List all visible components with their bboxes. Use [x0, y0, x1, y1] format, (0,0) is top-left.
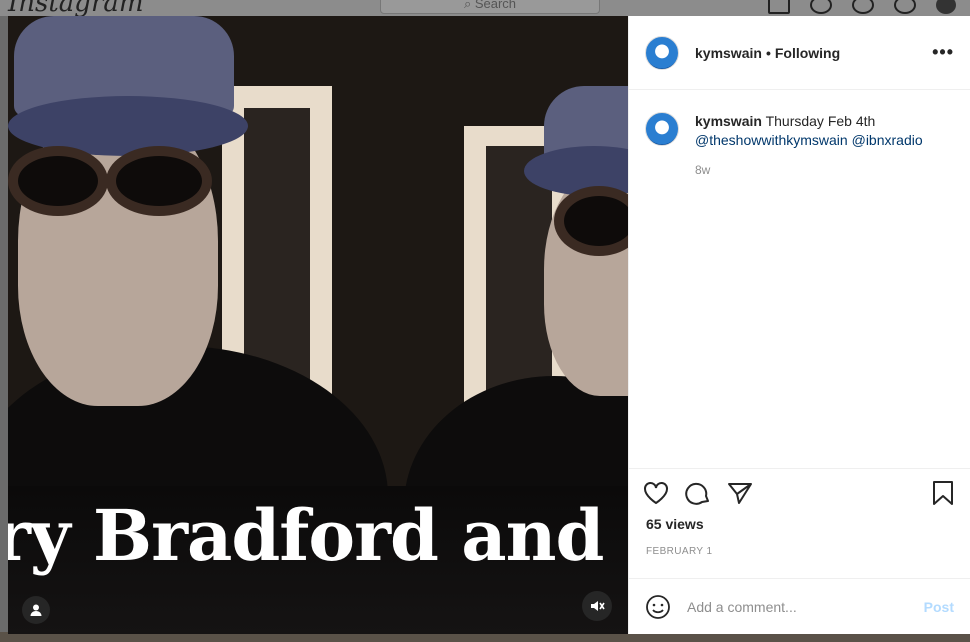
smiley-icon [646, 594, 670, 619]
mute-button[interactable] [582, 591, 612, 621]
post-modal: ry Bradford and M kymswain • Following •… [8, 16, 970, 634]
save-button[interactable] [930, 480, 956, 506]
sunglasses-right-lens [106, 146, 212, 216]
messenger-icon[interactable] [810, 0, 832, 14]
header-separator: • [765, 44, 771, 61]
nav-icons [768, 0, 956, 14]
explore-icon[interactable] [852, 0, 874, 14]
post-comment-button[interactable]: Post [924, 599, 954, 615]
author-avatar[interactable] [645, 35, 679, 70]
caption-body: kymswain Thursday Feb 4th @theshowwithky… [695, 112, 923, 180]
like-button[interactable] [643, 480, 669, 506]
home-icon[interactable] [768, 0, 790, 14]
caption-text: Thursday Feb 4th [765, 113, 876, 129]
view-count[interactable]: 65 views [629, 516, 970, 540]
caption-timestamp[interactable]: 8w [695, 161, 923, 180]
user-icon [30, 604, 42, 616]
emoji-button[interactable] [645, 594, 671, 620]
comment-input[interactable] [687, 598, 924, 615]
mention-link[interactable]: @ibnxradio [852, 132, 923, 148]
send-icon [728, 482, 752, 504]
post-details-panel: kymswain • Following ••• kymswain Thursd… [628, 16, 970, 634]
speaker-muted-icon [591, 601, 605, 611]
following-button[interactable]: Following [775, 45, 840, 61]
video-overlay-text: ry Bradford and M [8, 494, 628, 577]
user-tags-button[interactable] [22, 596, 50, 624]
profile-avatar[interactable] [936, 0, 956, 14]
caption-row: kymswain Thursday Feb 4th @theshowwithky… [645, 112, 954, 180]
caption-username[interactable]: kymswain [695, 113, 762, 129]
comment-bar: Post [629, 578, 970, 634]
comments-area: kymswain Thursday Feb 4th @theshowwithky… [629, 90, 970, 468]
post-date[interactable]: FEBRUARY 1 [629, 540, 970, 578]
post-header: kymswain • Following ••• [629, 16, 970, 90]
caption-author-avatar[interactable] [645, 112, 679, 146]
comment-button[interactable] [685, 480, 711, 506]
post-video[interactable]: ry Bradford and M [8, 16, 628, 634]
heart-icon[interactable] [894, 0, 916, 14]
search-placeholder: Search [474, 0, 517, 11]
author-username[interactable]: kymswain [695, 45, 762, 61]
search-input[interactable]: ⌕ Search [380, 0, 600, 14]
background-top-nav: Instagram ⌕ Search [0, 0, 970, 18]
mention-link[interactable]: @theshowwithkymswain [695, 132, 848, 148]
action-bar [629, 468, 970, 516]
comment-icon [685, 482, 709, 505]
more-options-button[interactable]: ••• [932, 42, 954, 63]
bookmark-icon [933, 480, 953, 505]
share-button[interactable] [727, 480, 753, 506]
sunglasses-left-lens [8, 146, 108, 216]
heart-icon [644, 481, 668, 504]
